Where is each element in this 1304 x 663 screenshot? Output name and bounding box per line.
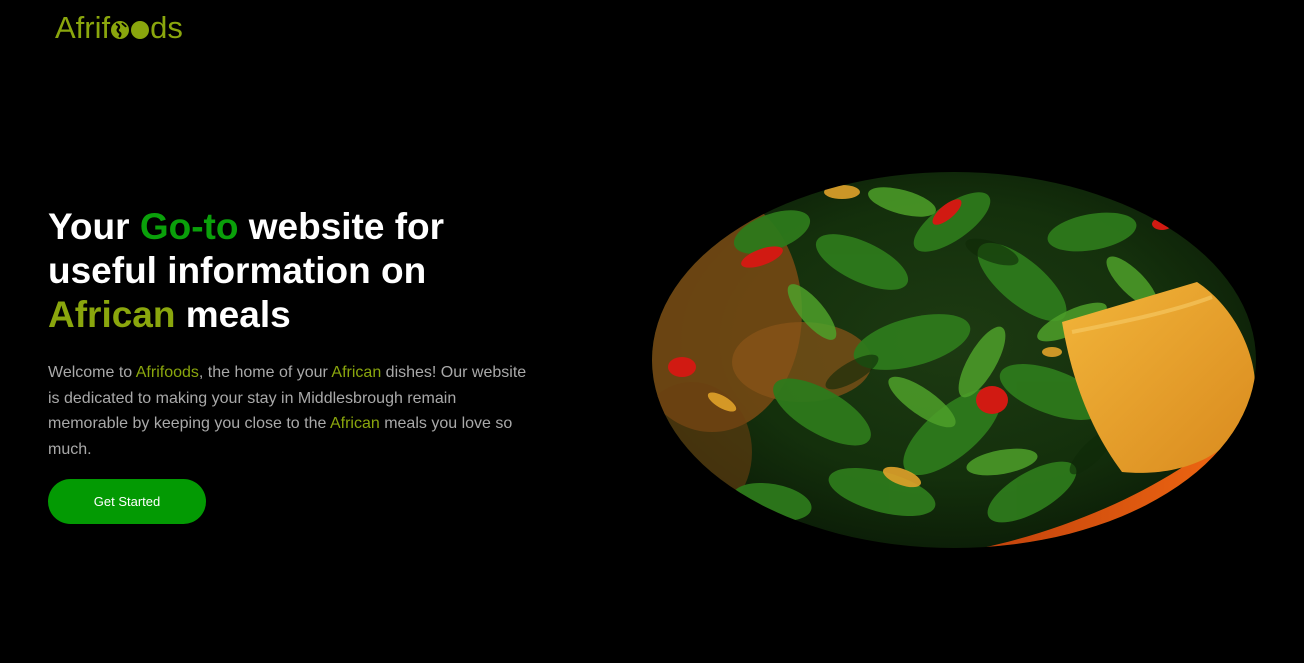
get-started-button[interactable]: Get Started — [48, 478, 206, 524]
intro-text: , the home of your — [198, 364, 332, 381]
landing-page: Afrif ds Your Go-to website for useful in… — [0, 0, 1304, 663]
headline-text: meals — [175, 294, 291, 335]
logo-text-start: Afrif — [55, 10, 111, 45]
headline-highlight-goto: Go-to — [139, 206, 239, 247]
headline-highlight-african: African — [48, 294, 176, 335]
intro-highlight: Afrifoods — [135, 364, 199, 381]
food-image — [652, 172, 1256, 548]
logo-text-end: ds — [150, 10, 183, 45]
intro-highlight: African — [331, 364, 382, 381]
headline-text: Your — [48, 206, 140, 247]
site-logo[interactable]: Afrif ds — [55, 10, 183, 46]
hero-intro-paragraph: Welcome to Afrifoods, the home of your A… — [48, 360, 533, 463]
globe-icon-2 — [131, 21, 150, 39]
food-illustration — [652, 172, 1256, 548]
hero-section: Your Go-to website for useful informatio… — [48, 205, 538, 524]
intro-text: Welcome to — [48, 364, 136, 381]
intro-highlight: African — [329, 415, 380, 433]
globe-icon — [111, 21, 130, 39]
hero-headline: Your Go-to website for useful informatio… — [48, 205, 538, 337]
